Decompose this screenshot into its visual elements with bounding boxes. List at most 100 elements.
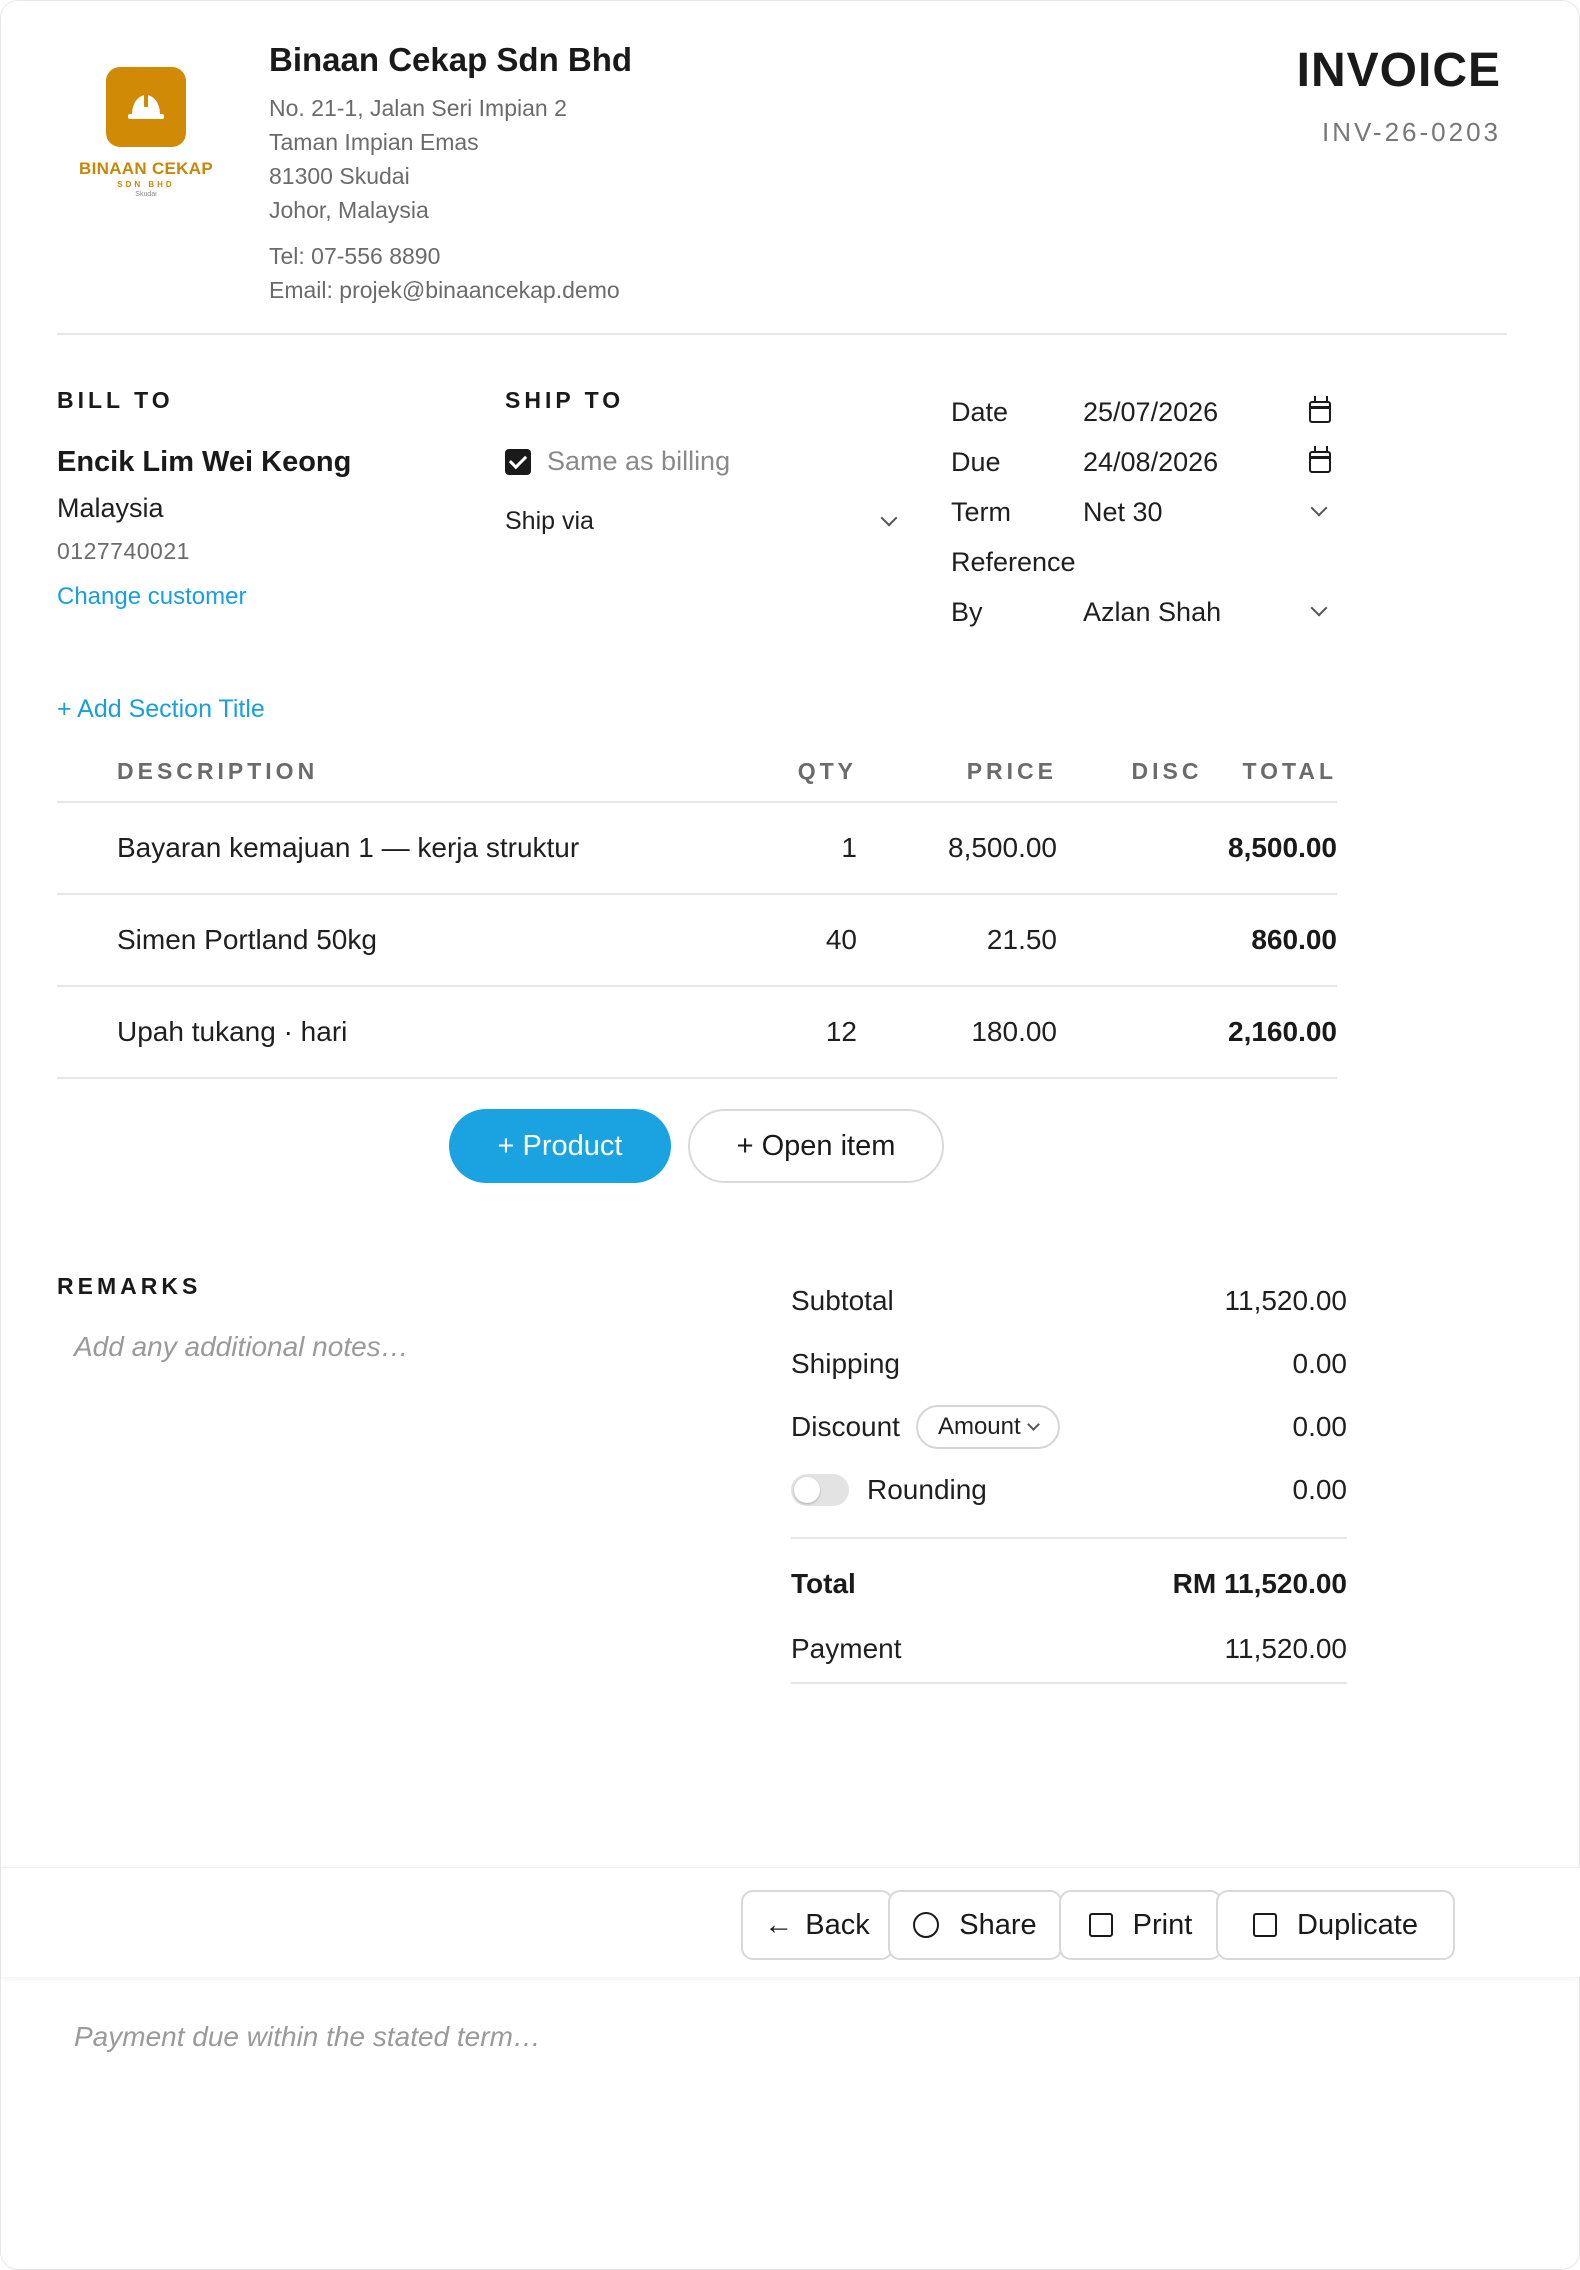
bill-to-section: BILL TO Encik Lim Wei Keong Malaysia 012… xyxy=(57,387,351,611)
due-label: Due xyxy=(951,446,1001,477)
duplicate-button[interactable]: Duplicate xyxy=(1216,1890,1455,1960)
discount-row: Discount Amount 0.00 xyxy=(791,1395,1347,1458)
item-total: 8,500.00 xyxy=(1228,832,1337,863)
invoice-page: BINAAN CEKAP SDN BHD Skudai Binaan Cekap… xyxy=(0,0,1580,2270)
chevron-down-icon xyxy=(1310,499,1328,517)
logo-location: Skudai xyxy=(135,191,157,198)
totals-divider xyxy=(791,1537,1347,1539)
item-total: 860.00 xyxy=(1251,924,1337,955)
checkbox-checked-icon[interactable] xyxy=(505,448,531,475)
invoice-number: INV-26-0203 xyxy=(1322,117,1501,147)
change-customer-link[interactable]: Change customer xyxy=(57,583,351,611)
shipping-row: Shipping 0.00 xyxy=(791,1332,1347,1395)
address-line: No. 21-1, Jalan Seri Impian 2 xyxy=(269,95,567,121)
totals-bottom-divider xyxy=(791,1682,1347,1684)
header-total: TOTAL xyxy=(1242,757,1337,784)
subtotal-row: Subtotal 11,520.00 xyxy=(791,1269,1347,1332)
table-row[interactable]: Simen Portland 50kg 40 21.50 860.00 xyxy=(57,895,1337,987)
item-qty[interactable]: 1 xyxy=(777,832,857,864)
rounding-value: 0.00 xyxy=(1292,1473,1348,1505)
ship-to-label: SHIP TO xyxy=(505,387,625,413)
rounding-row: Rounding 0.00 xyxy=(791,1458,1347,1521)
table-row[interactable]: Bayaran kemajuan 1 — kerja struktur 1 8,… xyxy=(57,803,1337,895)
print-label: Print xyxy=(1132,1908,1193,1941)
remarks-input[interactable]: Add any additional notes… xyxy=(74,1331,409,1363)
share-button[interactable]: Share xyxy=(888,1890,1062,1960)
totals-panel: Subtotal 11,520.00 Shipping 0.00 Discoun… xyxy=(791,1269,1347,1684)
item-price[interactable]: 8,500.00 xyxy=(857,832,1057,864)
bill-to-label: BILL TO xyxy=(57,387,174,413)
company-logo: BINAAN CEKAP SDN BHD Skudai xyxy=(71,67,221,198)
logo-name: BINAAN CEKAP xyxy=(79,159,213,178)
company-tel: Tel: 07-556 8890 xyxy=(269,243,441,269)
by-select[interactable]: By Azlan Shah xyxy=(951,587,1341,637)
item-description[interactable]: Upah tukang · hari xyxy=(57,1016,777,1048)
header-price: PRICE xyxy=(966,757,1057,784)
header-disc: DISC xyxy=(1131,757,1203,784)
action-bar: ← Back Share Print Duplicate xyxy=(1,1867,1580,1977)
total-label: Total xyxy=(791,1568,856,1599)
date-value[interactable]: 25/07/2026 xyxy=(1083,397,1309,428)
table-header: DESCRIPTION QTY PRICE DISC TOTAL xyxy=(57,741,1337,803)
logo-subtitle: SDN BHD xyxy=(117,180,175,189)
due-field[interactable]: Due 24/08/2026 xyxy=(951,437,1341,487)
term-label: Term xyxy=(951,496,1011,527)
invoice-title: INVOICE xyxy=(1296,44,1501,97)
discount-value[interactable]: 0.00 xyxy=(1293,1411,1348,1443)
discount-type-select[interactable]: Amount xyxy=(915,1404,1060,1449)
term-value[interactable]: Net 30 xyxy=(1083,497,1313,528)
back-label: Back xyxy=(805,1908,870,1941)
line-items-table: DESCRIPTION QTY PRICE DISC TOTAL Bayaran… xyxy=(57,741,1337,1079)
item-qty[interactable]: 12 xyxy=(777,1016,857,1048)
payment-row: Payment 11,520.00 xyxy=(791,1617,1347,1680)
item-description[interactable]: Bayaran kemajuan 1 — kerja struktur xyxy=(57,832,777,864)
add-section-title-link[interactable]: + Add Section Title xyxy=(57,695,265,724)
shipping-value[interactable]: 0.00 xyxy=(1293,1348,1348,1380)
shipping-label: Shipping xyxy=(791,1347,900,1379)
footer-notes-input[interactable]: Payment due within the stated term… xyxy=(74,2021,541,2053)
payment-label: Payment xyxy=(791,1632,902,1664)
payment-value[interactable]: 11,520.00 xyxy=(1225,1633,1348,1665)
hard-hat-icon xyxy=(106,67,186,147)
ship-via-label: Ship via xyxy=(505,507,594,535)
discount-left: Discount Amount xyxy=(791,1404,1060,1449)
chevron-down-icon xyxy=(880,509,898,526)
add-open-item-button[interactable]: + Open item xyxy=(688,1109,944,1183)
item-price[interactable]: 21.50 xyxy=(857,924,1057,956)
company-email: Email: projek@binaancekap.demo xyxy=(269,277,620,303)
header-description: DESCRIPTION xyxy=(117,757,319,784)
header-qty: QTY xyxy=(797,757,857,784)
date-field[interactable]: Date 25/07/2026 xyxy=(951,387,1341,437)
address-line: Johor, Malaysia xyxy=(269,197,429,223)
same-as-billing-checkbox[interactable]: Same as billing xyxy=(505,446,895,477)
print-button[interactable]: Print xyxy=(1059,1890,1222,1960)
chevron-down-icon xyxy=(1026,1418,1040,1431)
by-label: By xyxy=(951,596,983,627)
rounding-toggle[interactable] xyxy=(791,1473,849,1506)
calendar-icon[interactable] xyxy=(1309,446,1331,473)
item-qty[interactable]: 40 xyxy=(777,924,857,956)
due-value[interactable]: 24/08/2026 xyxy=(1083,447,1309,478)
back-button[interactable]: ← Back xyxy=(741,1890,893,1960)
term-select[interactable]: Term Net 30 xyxy=(951,487,1341,537)
invoice-meta: Date 25/07/2026 Due 24/08/2026 Term Net … xyxy=(951,387,1341,637)
remarks-label: REMARKS xyxy=(57,1273,202,1299)
calendar-icon[interactable] xyxy=(1309,396,1331,423)
address-line: 81300 Skudai xyxy=(269,163,410,189)
by-value[interactable]: Azlan Shah xyxy=(1083,597,1313,628)
add-product-button[interactable]: + Product xyxy=(449,1109,671,1183)
total-value: RM 11,520.00 xyxy=(1172,1568,1347,1599)
table-row[interactable]: Upah tukang · hari 12 180.00 2,160.00 xyxy=(57,987,1337,1079)
customer-phone: 0127740021 xyxy=(57,538,190,564)
share-icon xyxy=(913,1912,940,1938)
duplicate-label: Duplicate xyxy=(1297,1908,1418,1941)
same-as-billing-label: Same as billing xyxy=(547,446,731,476)
subtotal-label: Subtotal xyxy=(791,1284,894,1316)
ship-to-section: SHIP TO Same as billing Ship via xyxy=(505,387,898,536)
discount-type-value: Amount xyxy=(937,1412,1021,1440)
arrow-left-icon: ← xyxy=(764,1908,794,1941)
ship-via-select[interactable]: Ship via xyxy=(505,507,898,536)
item-description[interactable]: Simen Portland 50kg xyxy=(57,924,777,956)
item-price[interactable]: 180.00 xyxy=(857,1016,1057,1048)
reference-field[interactable]: Reference xyxy=(951,537,1341,587)
